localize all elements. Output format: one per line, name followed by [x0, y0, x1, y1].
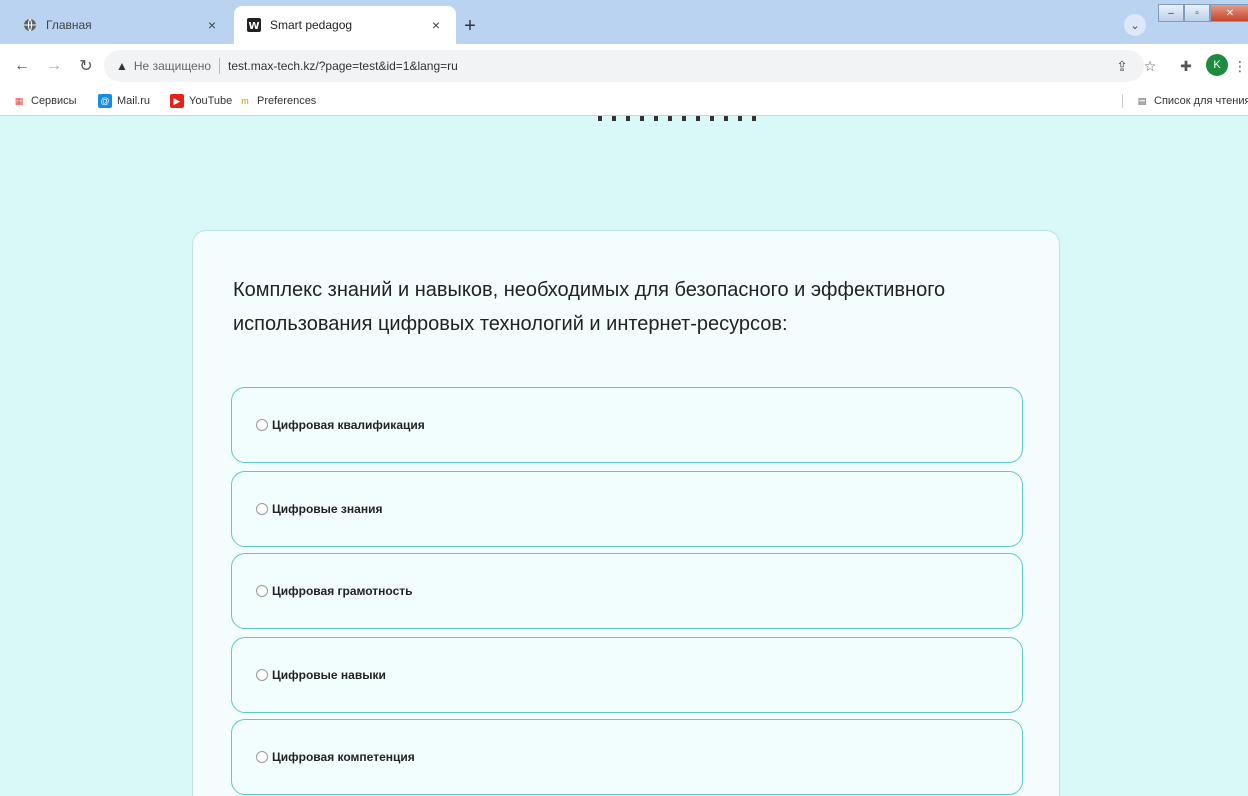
radio-button[interactable] [256, 751, 268, 763]
radio-button[interactable] [256, 419, 268, 431]
forward-icon[interactable]: → [44, 56, 64, 76]
share-icon[interactable]: ⇪ [1112, 56, 1132, 76]
globe-icon [22, 17, 38, 33]
tab-strip: Главная × W Smart pedagog × + ⌄ – ▫ ✕ [0, 0, 1248, 44]
reading-list-label: Список для чтения [1154, 95, 1248, 107]
tab-smart-pedagog[interactable]: W Smart pedagog × [234, 6, 456, 44]
reading-list[interactable]: ▤ Список для чтения [1122, 94, 1248, 108]
apps-grid-icon: ▦ [14, 95, 24, 106]
security-label[interactable]: Не защищено [134, 59, 211, 73]
svg-text:W: W [248, 21, 259, 32]
window-close-icon[interactable]: ✕ [1210, 4, 1248, 22]
profile-avatar[interactable]: K [1206, 54, 1228, 76]
answer-option[interactable]: Цифровые знания [231, 471, 1023, 547]
answer-option[interactable]: Цифровые навыки [231, 637, 1023, 713]
radio-button[interactable] [256, 503, 268, 515]
option-label: Цифровые знания [272, 502, 383, 516]
answer-option[interactable]: Цифровая компетенция [231, 719, 1023, 795]
bookmark-label: Mail.ru [117, 95, 151, 107]
close-icon[interactable]: × [204, 17, 220, 33]
question-card: Комплекс знаний и навыков, необходимых д… [192, 230, 1060, 796]
preferences-icon: m [241, 96, 249, 106]
bookmark-preferences[interactable]: m Preferences [238, 94, 316, 108]
minimize-icon[interactable]: – [1158, 4, 1184, 22]
option-label: Цифровая квалификация [272, 418, 425, 432]
tab-search-icon[interactable]: ⌄ [1124, 14, 1146, 36]
address-separator [219, 58, 221, 74]
browser-toolbar: ← → ↻ ▲ Не защищено test.max-tech.kz/?pa… [0, 44, 1248, 88]
tab-title: Главная [46, 18, 92, 32]
address-bar[interactable]: ▲ Не защищено test.max-tech.kz/?page=tes… [104, 50, 1144, 82]
new-tab-button[interactable]: + [456, 12, 484, 40]
window-controls: – ▫ ✕ [1158, 4, 1248, 22]
star-icon[interactable]: ☆ [1140, 56, 1160, 76]
bookmark-youtube[interactable]: ▶ YouTube [170, 94, 232, 108]
warning-icon: ▲ [116, 59, 128, 73]
bookmark-label: Preferences [257, 95, 317, 107]
option-label: Цифровая компетенция [272, 750, 415, 764]
answer-option[interactable]: Цифровая квалификация [231, 387, 1023, 463]
answer-option[interactable]: Цифровая грамотность [231, 553, 1023, 629]
maximize-icon[interactable]: ▫ [1184, 4, 1210, 22]
youtube-icon: ▶ [170, 94, 184, 108]
url-text: test.max-tech.kz/?page=test&id=1&lang=ru [228, 59, 458, 73]
bookmark-label: YouTube [189, 95, 233, 107]
radio-button[interactable] [256, 669, 268, 681]
tab-home[interactable]: Главная × [10, 6, 232, 44]
bookmark-mailru[interactable]: @ Mail.ru [98, 94, 150, 108]
option-label: Цифровая грамотность [272, 584, 413, 598]
reload-icon[interactable]: ↻ [76, 56, 96, 76]
extensions-icon[interactable]: ✚ [1176, 56, 1196, 76]
reading-list-icon: ▤ [1137, 95, 1147, 106]
back-icon[interactable]: ← [12, 56, 32, 76]
bookmarks-bar: ▦ Сервисы @ Mail.ru ▶ YouTube m Preferen… [0, 88, 1248, 116]
clipped-heading-fragment [598, 116, 788, 122]
radio-button[interactable] [256, 585, 268, 597]
tab-title: Smart pedagog [270, 18, 353, 32]
mailru-icon: @ [98, 94, 112, 108]
close-icon[interactable]: × [428, 17, 444, 33]
menu-icon[interactable]: ⋮ [1233, 56, 1247, 76]
bookmark-label: Сервисы [31, 95, 77, 107]
question-text: Комплекс знаний и навыков, необходимых д… [233, 279, 946, 335]
option-label: Цифровые навыки [272, 668, 386, 682]
w-icon: W [246, 17, 262, 33]
bookmark-services[interactable]: ▦ Сервисы [12, 94, 77, 108]
